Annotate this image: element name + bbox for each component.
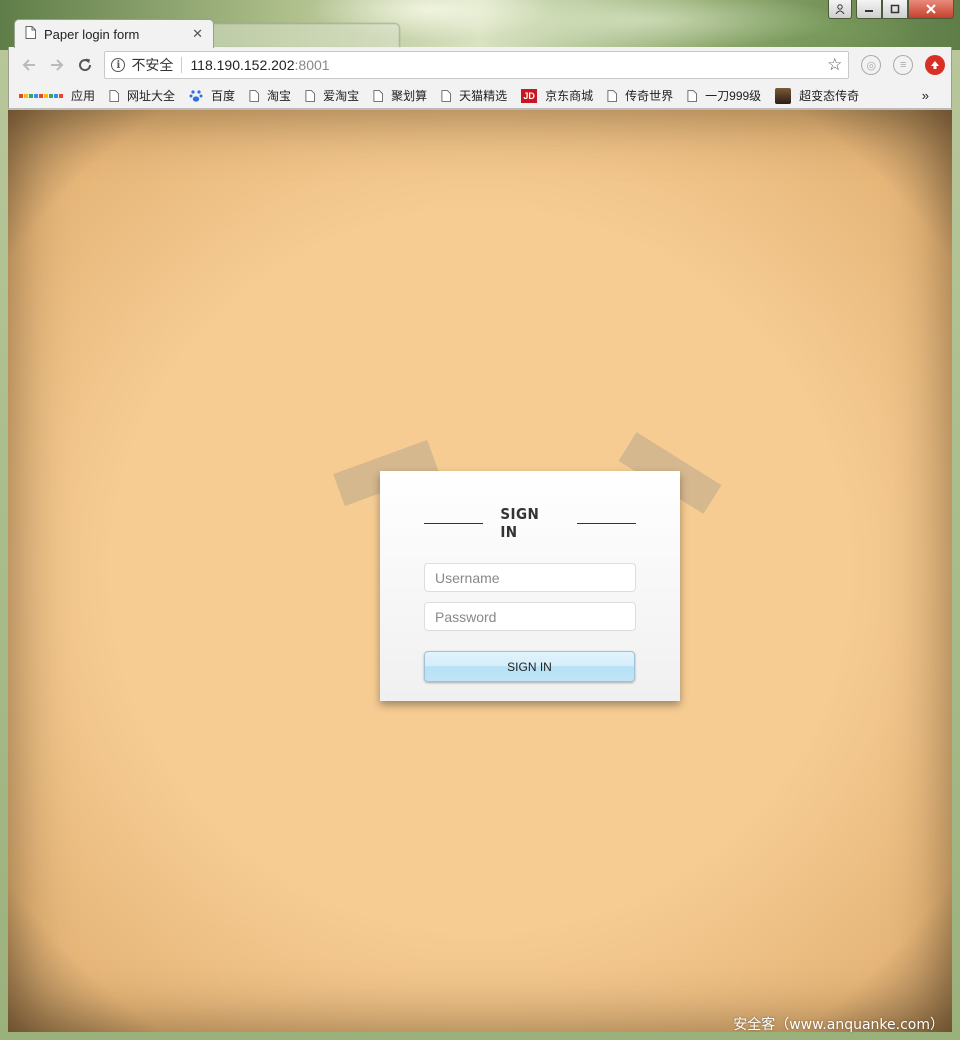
browser-toolbar: i 不安全 118.190.152.202:8001 ☆ ◎ ≡ (8, 47, 952, 83)
bookmark-label: 爱淘宝 (323, 89, 360, 103)
avatar-icon (775, 87, 792, 104)
close-window-button[interactable] (908, 0, 954, 19)
reload-icon[interactable] (71, 51, 99, 79)
heading-row: SIGN IN (424, 505, 636, 541)
heading-divider (424, 522, 483, 524)
address-separator (181, 57, 183, 73)
maximize-button[interactable] (882, 0, 908, 19)
jd-icon: JD (521, 88, 538, 103)
forward-arrow-icon[interactable] (43, 51, 71, 79)
bookmark-label: 应用 (71, 89, 96, 103)
bookmark-label: 传奇世界 (625, 89, 674, 103)
baidu-paw-icon (189, 89, 203, 103)
page-icon (25, 26, 36, 42)
extension-icon[interactable]: ◎ (861, 55, 882, 75)
apps-grid-icon (19, 93, 63, 98)
page-icon (373, 89, 384, 102)
page-viewport: SIGN IN SIGN IN (8, 110, 952, 1032)
bookmark-label: 超变态传奇 (799, 89, 860, 103)
bookmarks-overflow-button[interactable]: » (922, 88, 929, 103)
tab-title: Paper login form (44, 26, 140, 42)
bookmarks-bar: 应用 网址大全 百度 淘宝 爱淘宝 聚划算 天猫精选 JD 京东商城 传奇世界 … (8, 83, 952, 109)
security-indicator[interactable]: 不安全 (131, 55, 173, 75)
page-icon (249, 89, 260, 102)
bookmark-label: 聚划算 (391, 89, 428, 103)
bookmark-item[interactable]: JD 京东商城 (521, 87, 593, 104)
back-arrow-icon[interactable] (15, 51, 43, 79)
minimize-button[interactable] (856, 0, 882, 19)
bookmark-label: 百度 (211, 89, 236, 103)
sign-in-button[interactable]: SIGN IN (424, 651, 635, 682)
url-port: :8001 (294, 57, 330, 73)
bookmark-label: 一刀999级 (705, 89, 762, 103)
bookmark-item[interactable]: 淘宝 (249, 87, 291, 104)
heading-divider (577, 522, 636, 524)
info-icon[interactable]: i (111, 58, 126, 72)
bookmark-item[interactable]: 传奇世界 (607, 87, 673, 104)
address-bar[interactable]: i 不安全 118.190.152.202:8001 ☆ (104, 51, 850, 79)
window-controls (828, 0, 954, 19)
bookmark-label: 网址大全 (127, 89, 176, 103)
bookmark-apps[interactable]: 应用 (19, 87, 95, 104)
profile-icon[interactable] (828, 0, 852, 19)
bookmark-label: 天猫精选 (459, 89, 508, 103)
bookmark-item[interactable]: 百度 (189, 87, 235, 104)
bookmark-item[interactable]: 爱淘宝 (305, 87, 359, 104)
bookmark-label: 淘宝 (267, 89, 292, 103)
tab-inactive[interactable] (210, 23, 400, 47)
page-icon (687, 89, 698, 102)
page-icon (305, 89, 316, 102)
update-icon[interactable] (925, 55, 945, 75)
watermark-text: 安全客（www.anquanke.com） (733, 1017, 944, 1033)
browser-window: Paper login form ✕ i 不安全 118.190.152.202… (0, 0, 960, 1040)
bookmark-item[interactable]: 一刀999级 (687, 87, 761, 104)
login-heading: SIGN IN (500, 505, 539, 541)
bookmark-item[interactable]: 超变态传奇 (775, 87, 859, 104)
password-input[interactable] (424, 602, 636, 631)
bookmark-label: 京东商城 (545, 89, 594, 103)
username-input[interactable] (424, 563, 636, 592)
extension-icon[interactable]: ≡ (893, 55, 914, 75)
bookmark-star-icon[interactable]: ☆ (827, 55, 842, 75)
tab-active[interactable]: Paper login form ✕ (14, 19, 214, 48)
url-host: 118.190.152.202 (190, 57, 295, 73)
page-icon (607, 89, 618, 102)
bookmark-item[interactable]: 聚划算 (373, 87, 427, 104)
login-card: SIGN IN SIGN IN (380, 471, 680, 701)
bookmark-item[interactable]: 网址大全 (109, 87, 175, 104)
tab-close-icon[interactable]: ✕ (192, 26, 203, 42)
page-icon (441, 89, 452, 102)
bookmark-item[interactable]: 天猫精选 (441, 87, 507, 104)
page-icon (109, 89, 120, 102)
